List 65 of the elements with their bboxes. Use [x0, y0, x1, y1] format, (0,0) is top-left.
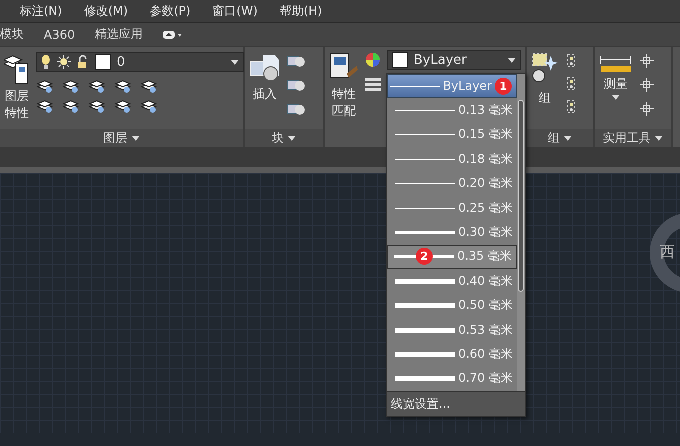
sun-icon [57, 55, 71, 69]
viewcube-label[interactable]: 西 [660, 243, 675, 262]
ribbon-tab[interactable]: A360 [44, 28, 76, 42]
caret-icon [132, 136, 140, 140]
panel-title[interactable]: 图层 [0, 129, 243, 147]
panel-title[interactable]: 组 [527, 129, 593, 147]
lineweight-option[interactable]: 2 0.35 毫米 [387, 244, 517, 270]
ribbon-tab[interactable]: 模块 [0, 26, 24, 43]
layer-tool-icon[interactable] [62, 78, 80, 94]
lineweight-option[interactable]: 0.30 毫米 [387, 220, 517, 245]
menu-item[interactable]: 标注(N) [20, 2, 62, 20]
light-bulb-icon [41, 54, 51, 70]
caret-icon [288, 136, 296, 140]
lineweight-option[interactable]: ByLayer 1 [387, 74, 517, 98]
step-badge: 1 [495, 78, 512, 95]
caret-icon [612, 95, 620, 100]
color-swatch [392, 52, 408, 68]
match-properties-button[interactable]: 特性 匹配 [329, 52, 359, 147]
utility-tool-icon[interactable] [639, 100, 655, 118]
utility-tool-icon[interactable] [639, 76, 655, 94]
lineweight-option[interactable]: 0.25 毫米 [387, 196, 517, 220]
lineweight-option[interactable]: 0.13 毫米 [387, 98, 517, 123]
menu-item[interactable]: 窗口(W) [212, 2, 258, 20]
menu-item[interactable]: 帮助(H) [280, 2, 322, 20]
lineweight-settings-item[interactable]: 线宽设置... [387, 391, 525, 416]
layer-tool-icon[interactable] [88, 98, 106, 114]
color-swatch [95, 54, 111, 70]
panel-title[interactable]: 块 [245, 129, 323, 147]
measure-button[interactable]: 测量 [599, 52, 633, 129]
lineweight-icon[interactable] [365, 78, 381, 92]
lineweight-option[interactable]: 0.15 毫米 [387, 122, 517, 148]
lineweight-option[interactable]: 0.53 毫米 [387, 318, 517, 342]
menu-item[interactable]: 参数(P) [150, 2, 191, 20]
unlocked-padlock-icon [77, 55, 89, 69]
caret-icon [508, 58, 516, 62]
lineweight-option[interactable]: 0.18 毫米 [387, 147, 517, 172]
color-wheel-icon[interactable] [365, 52, 381, 68]
lineweight-option[interactable]: 0.50 毫米 [387, 294, 517, 318]
group-button[interactable]: 组 [531, 52, 559, 129]
layer-tool-icon[interactable] [36, 98, 54, 114]
layer-tool-icon[interactable] [36, 78, 54, 94]
panel-title[interactable]: 实用工具 [595, 129, 671, 147]
step-badge: 2 [416, 248, 433, 266]
caret-icon [655, 136, 663, 140]
caret-icon [564, 136, 572, 140]
lineweight-option[interactable]: 0.20 毫米 [387, 172, 517, 196]
layer-dropdown[interactable]: 0 [36, 52, 244, 72]
caret-icon [231, 60, 239, 64]
ribbon-tab[interactable]: 精选应用 [95, 26, 144, 43]
layer-tool-icon[interactable] [88, 78, 106, 94]
panel-toggle-icon[interactable] [163, 30, 184, 40]
lineweight-option[interactable]: 0.70 毫米 [387, 366, 517, 392]
layer-tool-icon[interactable] [114, 98, 132, 114]
layer-tool-icon[interactable] [114, 78, 132, 94]
lineweight-option[interactable]: 0.60 毫米 [387, 342, 517, 367]
lineweight-option[interactable]: 0.40 毫米 [387, 269, 517, 294]
layer-tool-icon[interactable] [62, 98, 80, 114]
layer-tool-icon[interactable] [140, 78, 158, 94]
scrollbar[interactable] [517, 74, 525, 392]
layer-properties-button[interactable]: 图层 特性 [4, 52, 30, 129]
layer-tool-icon[interactable] [140, 98, 158, 114]
menu-item[interactable]: 修改(M) [84, 2, 128, 20]
lineweight-dropdown[interactable]: ByLayer [387, 50, 521, 70]
utility-tool-icon[interactable] [639, 52, 655, 70]
insert-button[interactable]: 插入 [249, 52, 281, 129]
